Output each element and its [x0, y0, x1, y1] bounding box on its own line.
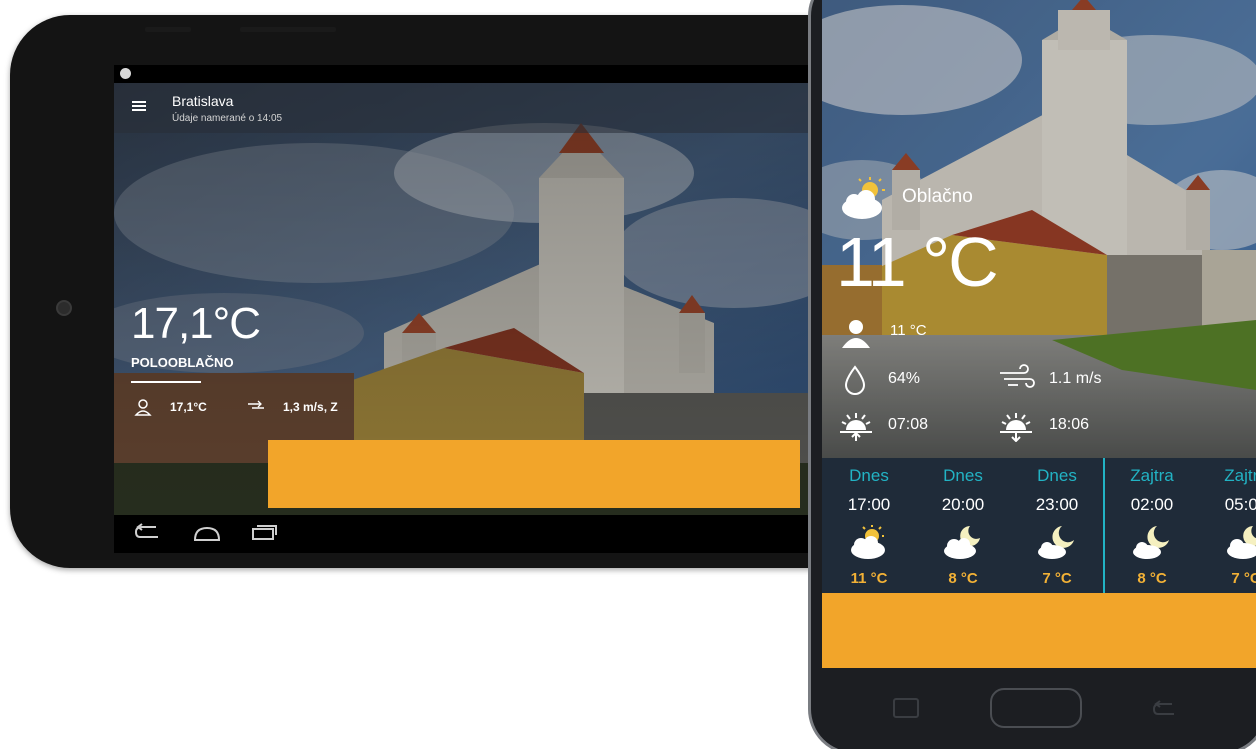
wind-icon [248, 400, 264, 409]
wind-icon [1000, 364, 1035, 388]
sun-cloud-icon [851, 525, 885, 559]
stage: Bratislava Údaje namerané o 14:05 17,1°C… [0, 0, 1256, 749]
feels-like-value: 17,1°C [170, 400, 207, 414]
sunrise-icon [840, 413, 872, 441]
forecast-temp: 7 °C [1231, 570, 1256, 587]
forecast-time: 05:00 [1224, 495, 1256, 514]
wind-value: 1.1 m/s [1049, 370, 1102, 387]
globe-icon [120, 68, 131, 79]
city-name: Bratislava [172, 93, 234, 109]
sunset-time: 18:06 [1049, 416, 1090, 433]
forecast-day: Dnes [1037, 466, 1077, 485]
back-icon[interactable] [1152, 700, 1178, 718]
current-temperature: 17,1°C [131, 299, 261, 348]
forecast-item[interactable]: Zajtra 02:00 8 °C [1105, 458, 1199, 593]
forecast-temp: 8 °C [948, 570, 978, 587]
home-button[interactable] [990, 688, 1082, 728]
current-temperature: 11 °C [836, 223, 999, 301]
sun-cloud-icon [842, 177, 885, 219]
tablet-status-bar [114, 65, 834, 83]
tablet-screen: Bratislava Údaje namerané o 14:05 17,1°C… [114, 65, 834, 553]
moon-cloud-icon [944, 526, 980, 559]
forecast-day: Dnes [943, 466, 983, 485]
sunset-icon [1000, 413, 1032, 442]
forecast-time: 20:00 [941, 495, 985, 514]
current-condition: Oblačno [902, 186, 973, 207]
person-icon [134, 399, 152, 416]
tablet-volume-button [145, 27, 191, 32]
forecast-day: Zajtra [1130, 466, 1174, 485]
water-drop-icon [844, 365, 866, 395]
forecast-temp: 8 °C [1137, 570, 1167, 587]
hourly-forecast[interactable]: Dnes 17:00 11 °C Dnes 20:00 8 °C Dnes 23… [822, 458, 1256, 593]
feels-like-value: 11 °C [890, 322, 927, 339]
forecast-item[interactable]: Dnes 17:00 11 °C [822, 458, 916, 593]
forecast-item[interactable]: Zajtra 05:00 7 °C [1199, 458, 1256, 593]
current-condition: POLOOBLAČNO [131, 355, 234, 370]
wind-value: 1,3 m/s, Z [283, 400, 338, 414]
divider [131, 381, 201, 383]
forecast-time: 23:00 [1035, 495, 1079, 514]
forecast-item[interactable]: Dnes 20:00 8 °C [916, 458, 1010, 593]
forecast-item[interactable]: Dnes 23:00 7 °C [1010, 458, 1104, 593]
forecast-time: 17:00 [847, 495, 891, 514]
tablet-app-bar: Bratislava Údaje namerané o 14:05 [114, 83, 834, 133]
tablet-navigation-bar [114, 515, 834, 553]
forecast-day: Zajtra [1224, 466, 1256, 485]
tablet-device: Bratislava Údaje namerané o 14:05 17,1°C… [10, 15, 890, 568]
phone-screen: Oblačno 11 °C 11 °C 64% 1.1 m/s 07:08 18… [822, 0, 1256, 668]
measurement-time: Údaje namerané o 14:05 [172, 113, 283, 124]
ad-banner[interactable] [268, 440, 800, 508]
forecast-time: 02:00 [1130, 495, 1174, 514]
tablet-power-button [240, 27, 336, 32]
forecast-day: Dnes [849, 466, 889, 485]
forecast-temp: 7 °C [1042, 570, 1072, 587]
sunrise-time: 07:08 [888, 416, 929, 433]
home-icon[interactable] [192, 523, 222, 543]
forecast-temp: 11 °C [850, 570, 888, 587]
tablet-camera [56, 300, 72, 316]
humidity-value: 64% [888, 370, 921, 387]
recent-apps-icon[interactable] [250, 523, 278, 543]
ad-banner[interactable] [822, 593, 1256, 668]
moon-cloud-icon [1133, 526, 1169, 559]
recent-apps-icon[interactable] [893, 698, 919, 718]
menu-icon[interactable] [132, 101, 146, 111]
moon-cloud-icon [1227, 526, 1256, 559]
moon-cloud-icon [1038, 526, 1074, 559]
person-icon [842, 320, 870, 348]
back-icon[interactable] [134, 523, 162, 543]
